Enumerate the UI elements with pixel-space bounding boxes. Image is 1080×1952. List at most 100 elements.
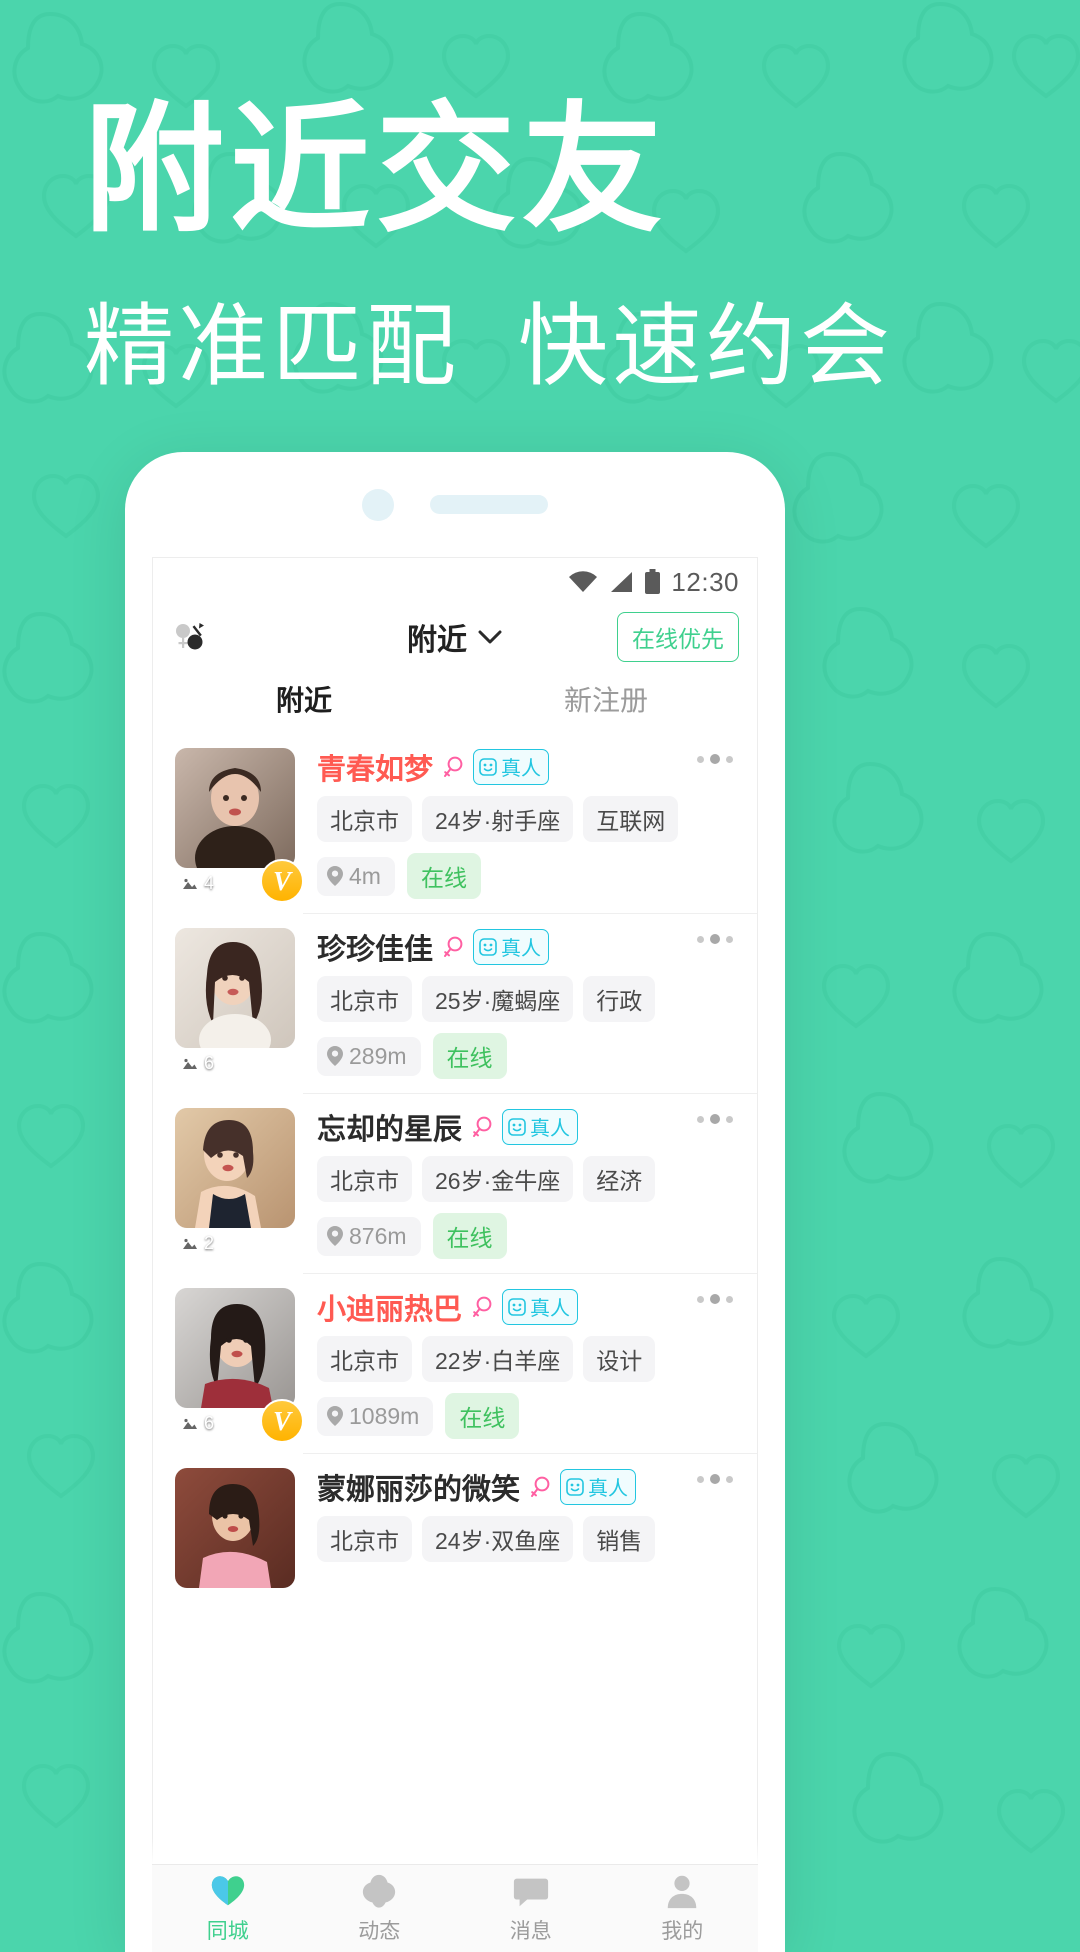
image-icon [180,1056,200,1071]
distance-value: 876m [349,1222,407,1249]
user-list: 4 V 青春如梦 真人 北京市 24岁·射手座 互联网 4m 在线 6 珍珍佳佳… [153,734,757,1588]
location-pin-icon [327,866,343,886]
nav-item-moments[interactable]: 动态 [304,1872,456,1945]
distance-badge: 876m [317,1216,421,1256]
meta-row: 289m 在线 [317,1033,737,1079]
image-icon [180,876,200,891]
real-person-label: 真人 [501,938,542,960]
photo-count-value: 4 [204,873,215,893]
female-icon [444,756,463,777]
tag-industry: 销售 [583,1516,656,1562]
distance-badge: 1089m [317,1396,434,1436]
tag-age-zodiac: 26岁·金牛座 [422,1156,574,1202]
tag-age-zodiac: 24岁·双鱼座 [422,1516,574,1562]
bottom-navigation: 同城 动态 消息 我的 [152,1864,758,1952]
online-first-button[interactable]: 在线优先 [617,612,739,662]
verified-face-icon [479,937,497,956]
avatar-wrap[interactable] [175,1468,295,1588]
tag-industry: 设计 [583,1336,656,1382]
nav-item-same-city[interactable]: 同城 [152,1872,304,1945]
vip-badge: V [260,859,304,903]
more-options-icon[interactable] [697,754,733,764]
star-icon [363,1874,396,1908]
tag-city: 北京市 [317,796,412,842]
tag-industry: 行政 [583,976,656,1022]
real-person-label: 真人 [588,1478,629,1500]
tag-row: 北京市 26岁·金牛座 经济 [317,1156,737,1202]
card-body: 忘却的星辰 真人 北京市 26岁·金牛座 经济 876m 在线 [295,1108,743,1259]
app-header: 附近 在线优先 [153,606,757,668]
avatar-wrap[interactable]: 4 V [175,748,304,903]
person-icon [668,1875,697,1909]
avatar-wrap[interactable]: 6 V [175,1288,304,1443]
more-options-icon[interactable] [697,1114,733,1124]
more-options-icon[interactable] [697,1474,733,1484]
earpiece-speaker [430,495,548,514]
avatar-wrap[interactable]: 6 [175,928,295,1079]
avatar-wrap[interactable]: 2 [175,1108,295,1259]
real-person-label: 真人 [530,1118,571,1140]
avatar[interactable] [175,748,295,868]
avatar[interactable] [175,928,295,1048]
signal-icon [611,572,633,592]
photo-count-value: 6 [204,1413,215,1433]
verified-face-icon [508,1117,526,1136]
name-row: 小迪丽热巴 真人 [317,1289,737,1326]
list-item[interactable]: 蒙娜丽莎的微笑 真人 北京市 24岁·双鱼座 销售 [167,1454,743,1588]
tab-new-registered[interactable]: 新注册 [455,668,757,734]
tag-age-zodiac: 25岁·魔蝎座 [422,976,574,1022]
female-icon [444,936,463,957]
more-options-icon[interactable] [697,934,733,944]
photo-count-badge: 6 [180,1053,214,1074]
photo-count-badge: 2 [180,1233,214,1254]
user-nickname: 青春如梦 [317,754,434,786]
tab-nearby[interactable]: 附近 [153,668,455,734]
phone-notch [125,452,785,557]
female-icon [473,1296,492,1317]
real-person-badge: 真人 [502,1289,579,1325]
card-body: 珍珍佳佳 真人 北京市 25岁·魔蝎座 行政 289m 在线 [295,928,743,1079]
user-nickname: 蒙娜丽莎的微笑 [317,1474,521,1506]
chat-icon [513,1878,548,1907]
avatar[interactable] [175,1468,295,1588]
list-item[interactable]: 2 忘却的星辰 真人 北京市 26岁·金牛座 经济 876m 在线 [167,1094,743,1259]
real-person-badge: 真人 [473,749,550,785]
chevron-down-icon[interactable] [477,628,503,646]
card-body: 青春如梦 真人 北京市 24岁·射手座 互联网 4m 在线 [295,748,743,899]
nav-item-messages[interactable]: 消息 [455,1872,607,1945]
avatar[interactable] [175,1288,295,1408]
verified-face-icon [566,1477,584,1496]
status-badge: 在线 [432,1213,507,1259]
meta-row: 876m 在线 [317,1213,737,1259]
list-item[interactable]: 4 V 青春如梦 真人 北京市 24岁·射手座 互联网 4m 在线 [167,734,743,903]
heart-icon [211,1876,244,1906]
tag-industry: 经济 [583,1156,656,1202]
front-camera-icon [362,488,394,521]
nav-item-profile[interactable]: 我的 [607,1872,759,1945]
photo-count-value: 6 [204,1053,215,1073]
list-item[interactable]: 6 珍珍佳佳 真人 北京市 25岁·魔蝎座 行政 289m 在线 [167,914,743,1079]
location-pin-icon [327,1046,343,1066]
distance-badge: 4m [317,856,395,896]
name-row: 珍珍佳佳 真人 [317,929,737,966]
tag-row: 北京市 22岁·白羊座 设计 [317,1336,737,1382]
tag-industry: 互联网 [583,796,679,842]
distance-badge: 289m [317,1036,421,1076]
tag-row: 北京市 24岁·射手座 互联网 [317,796,737,842]
gender-filter-icon[interactable] [171,618,209,656]
avatar[interactable] [175,1108,295,1228]
location-pin-icon [327,1406,343,1426]
status-badge: 在线 [406,853,481,899]
app-title[interactable]: 附近 [407,615,467,659]
meta-row: 1089m 在线 [317,1393,737,1439]
name-row: 忘却的星辰 真人 [317,1109,737,1146]
promo-block: 附近交友 精准匹配 快速约会 [0,0,1080,393]
status-badge: 在线 [432,1033,507,1079]
card-body: 蒙娜丽莎的微笑 真人 北京市 24岁·双鱼座 销售 [295,1468,743,1588]
location-pin-icon [327,1226,343,1246]
app-screen: 12:30 附近 在线优先 附近 新注册 4 V 青春如梦 真人 北京市 24岁… [152,557,758,1952]
tag-row: 北京市 24岁·双鱼座 销售 [317,1516,737,1562]
tag-city: 北京市 [317,976,412,1022]
list-item[interactable]: 6 V 小迪丽热巴 真人 北京市 22岁·白羊座 设计 1089m 在线 [167,1274,743,1443]
more-options-icon[interactable] [697,1294,733,1304]
